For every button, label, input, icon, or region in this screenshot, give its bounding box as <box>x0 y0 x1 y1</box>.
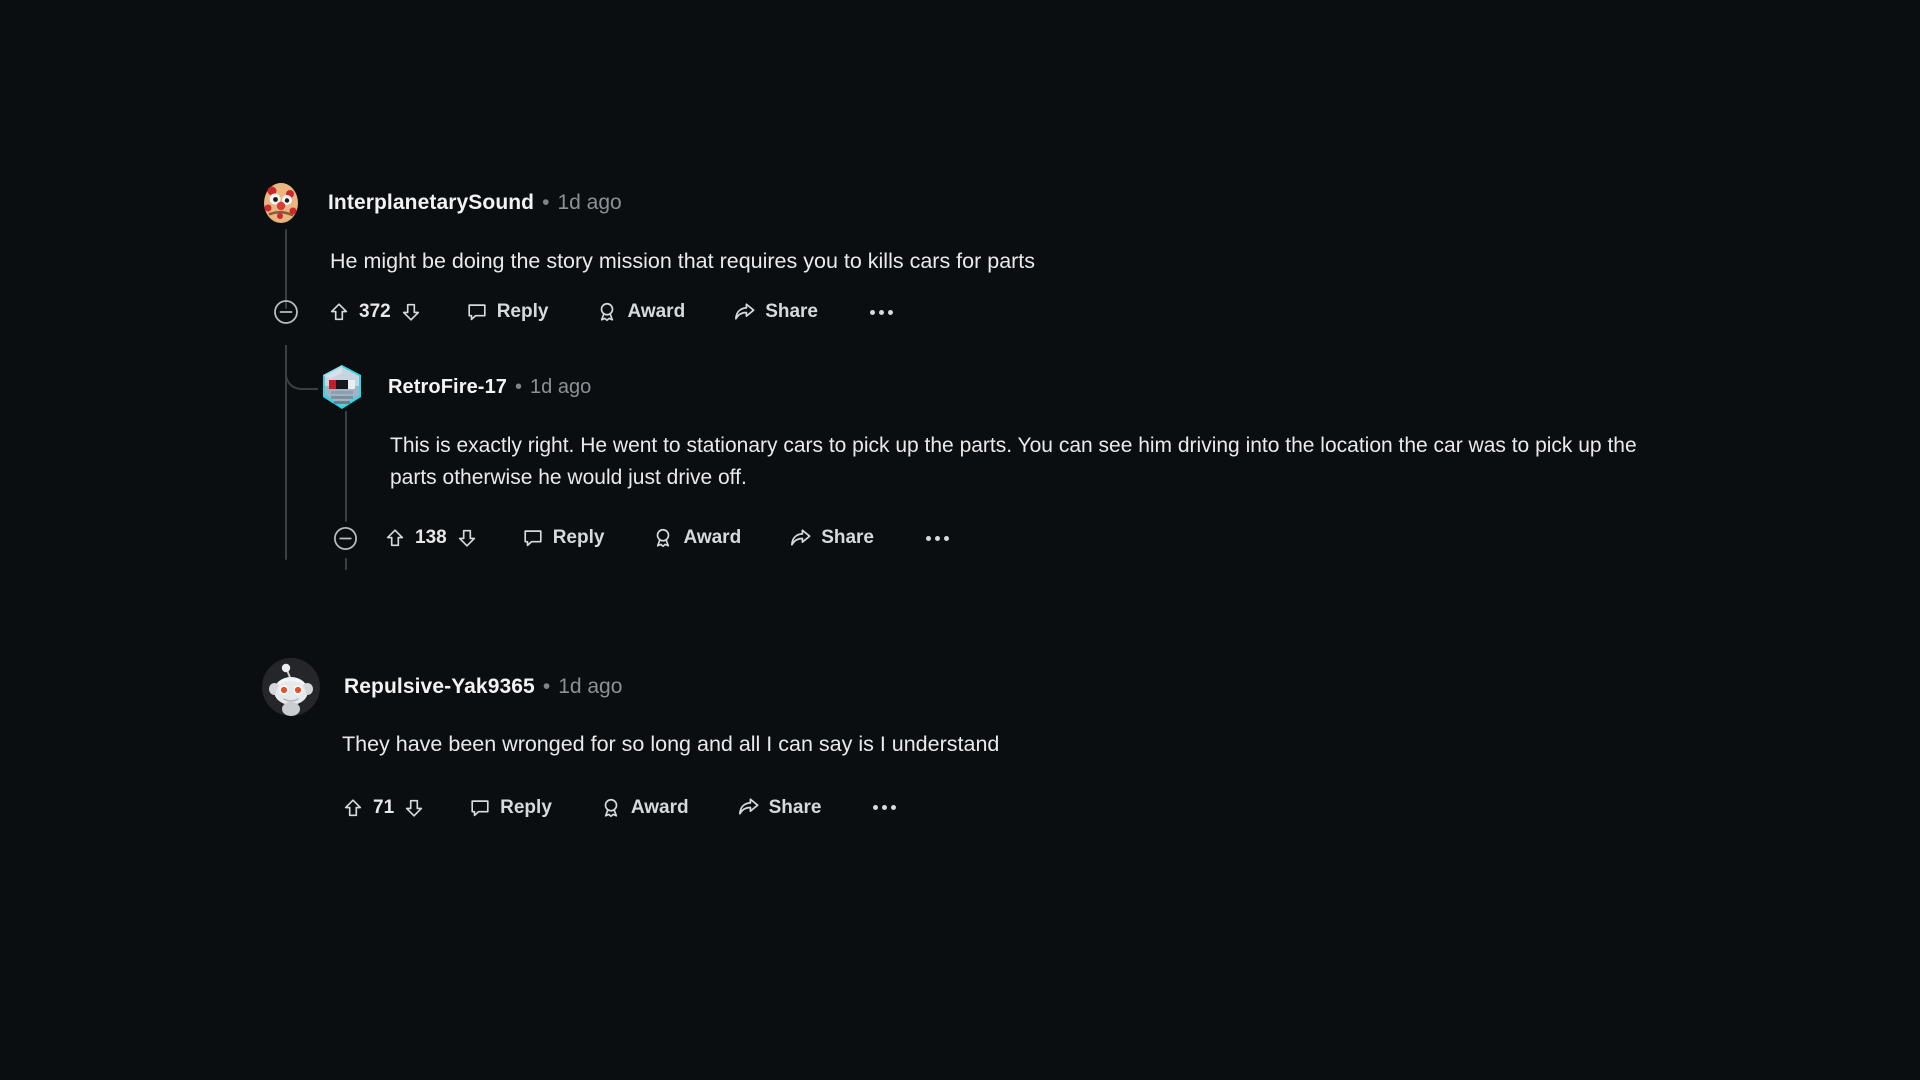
comment-timestamp: 1d ago <box>558 675 623 698</box>
comment-author[interactable]: Repulsive-Yak9365 <box>344 675 535 699</box>
vote-group: 71 <box>342 797 425 819</box>
comment-bubble-icon <box>471 799 489 816</box>
downvote-arrow-icon[interactable] <box>403 797 425 819</box>
comment-repulsive-yak9365: Repulsive-Yak9365 • 1d ago They have bee… <box>0 0 1920 1080</box>
more-dot <box>873 805 879 810</box>
upvote-arrow-icon[interactable] <box>342 797 364 819</box>
upvote-arrow-icon-art <box>344 798 362 816</box>
snoo-grey-avatar[interactable] <box>262 658 320 716</box>
downvote-arrow-icon-art <box>405 799 423 817</box>
award-label: Award <box>630 796 689 818</box>
more-dot <box>882 805 888 810</box>
snoo-grey-avatar-art <box>262 658 320 716</box>
comment-action-bar: 71 Reply Award Share <box>342 796 897 819</box>
header-separator: • <box>542 675 551 698</box>
comments-page: InterplanetarySound • 1d ago He might be… <box>0 0 1920 1080</box>
share-button[interactable]: Share <box>737 796 822 819</box>
vote-count: 71 <box>373 796 395 818</box>
share-label: Share <box>768 796 822 818</box>
more-options-icon[interactable] <box>873 805 897 810</box>
reply-label: Reply <box>500 796 552 818</box>
more-dot <box>891 805 897 810</box>
reply-button[interactable]: Reply <box>469 797 552 819</box>
comment-header: Repulsive-Yak9365 • 1d ago <box>262 658 622 716</box>
share-arrow-icon <box>738 798 759 815</box>
comment-body: They have been wronged for so long and a… <box>342 732 1000 756</box>
award-medal-icon <box>604 798 618 817</box>
award-button[interactable]: Award <box>600 797 689 819</box>
